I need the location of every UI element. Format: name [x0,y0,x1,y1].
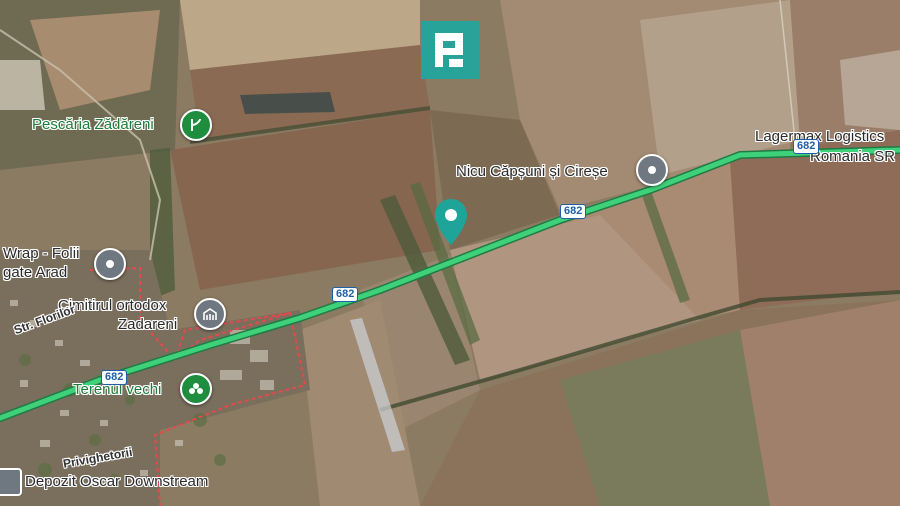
road-shield: 682 [332,287,359,302]
place-label-nicu[interactable]: Nicu Căpșuni și Cireșe [456,163,608,180]
cemetery-icon[interactable] [194,298,226,330]
road-shield: 682 [101,370,128,385]
location-pin-icon[interactable] [94,248,126,280]
field [840,50,900,130]
location-pin-icon[interactable] [636,154,668,186]
road-shield: 682 [560,204,587,219]
store-icon[interactable] [0,468,22,496]
fishing-place-icon[interactable] [180,109,212,141]
selected-location-marker[interactable] [434,198,468,246]
place-label-wrap[interactable]: Wrap - Folii [3,245,79,262]
place-label-lagermax-line2: Romania SR [810,148,896,165]
brand-logo-icon[interactable] [421,21,479,79]
park-icon[interactable] [180,373,212,405]
place-label-lagermax[interactable]: Lagermax Logistics [755,128,884,145]
place-label-cimitirul-line2: Zadareni [118,316,178,333]
place-label-wrap-line2: gate Arad [3,264,68,281]
place-label-pescaria[interactable]: Pescăria Zădăreni [32,116,154,133]
place-label-depozit[interactable]: Depozit Oscar Downstream [25,473,208,490]
road-shield: 682 [793,139,820,154]
